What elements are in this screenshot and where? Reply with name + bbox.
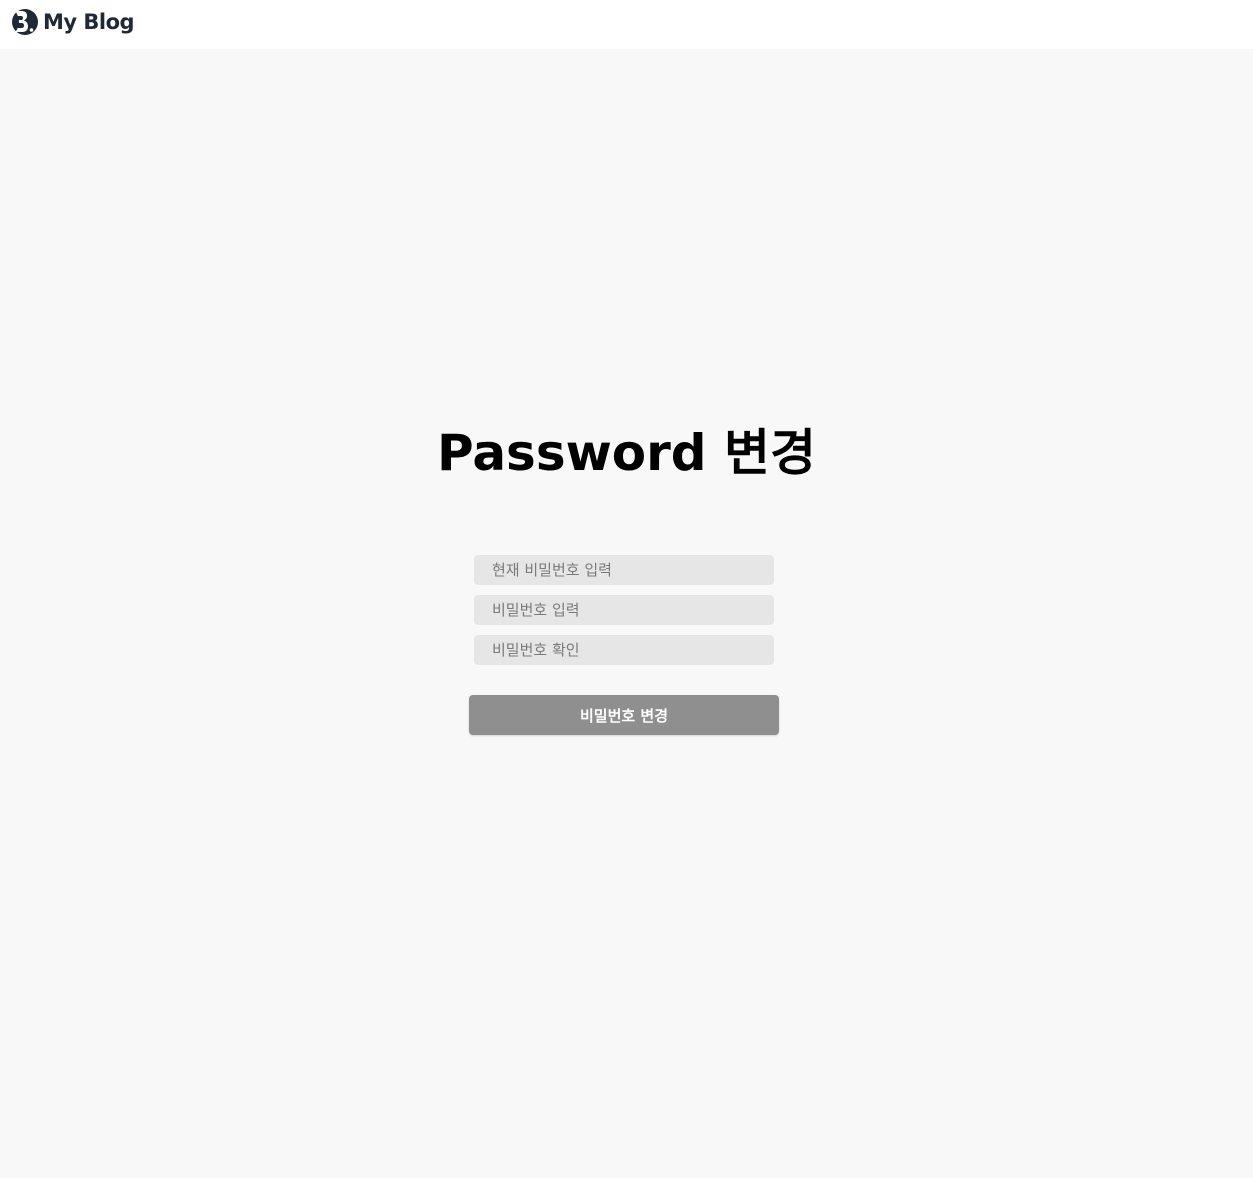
new-password-input[interactable] — [474, 595, 774, 625]
confirm-password-input[interactable] — [474, 635, 774, 665]
change-password-button[interactable]: 비밀번호 변경 — [469, 695, 779, 735]
page-title: Password 변경 — [437, 424, 816, 482]
current-password-input[interactable] — [474, 555, 774, 585]
blog-logo-icon — [12, 9, 38, 35]
logo-text: My Blog — [43, 10, 135, 34]
home-logo-link[interactable]: My Blog — [11, 7, 135, 37]
top-header: My Blog — [0, 0, 1253, 49]
main-content: Password 변경 비밀번호 변경 — [0, 49, 1253, 1178]
password-change-form: 비밀번호 변경 — [469, 555, 779, 735]
